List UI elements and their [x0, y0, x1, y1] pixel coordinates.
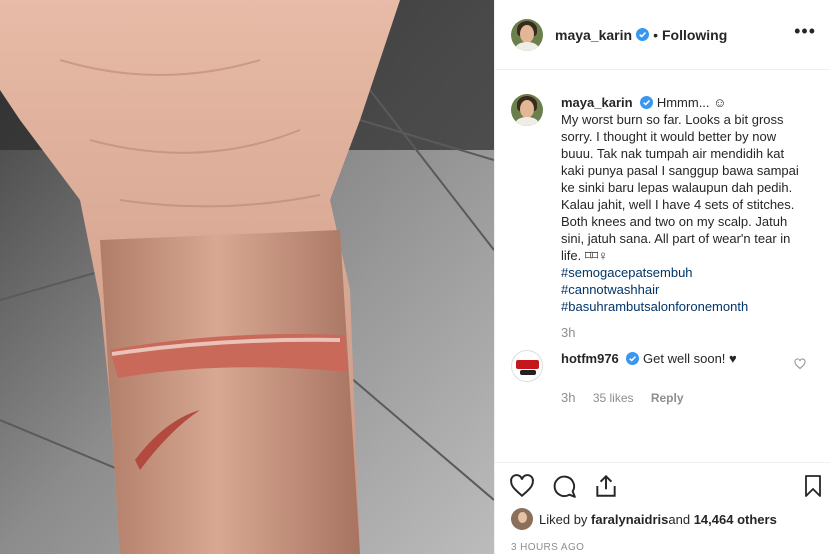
caption-avatar[interactable]: [511, 94, 543, 126]
caption-line: Kalau jahit, well I have 4 sets of stitc…: [561, 197, 795, 263]
comment-item: hotfm976 Get well soon! ♥: [511, 350, 814, 382]
comments-area: maya_karin Hmmm... ☺ My worst burn so fa…: [495, 70, 830, 450]
verified-badge-icon: [640, 96, 654, 109]
comment-meta: 3h 35 likes Reply: [561, 390, 814, 405]
reply-button[interactable]: Reply: [651, 391, 684, 405]
comment-icon[interactable]: [551, 473, 577, 499]
header-separator: •: [653, 26, 658, 43]
comment-time: 3h: [561, 390, 576, 405]
hashtag-link[interactable]: #semogacepatsembuh: [561, 264, 809, 281]
hashtag-link[interactable]: #basuhrambutsalonforonemonth: [561, 298, 809, 315]
caption-username[interactable]: maya_karin: [561, 95, 633, 110]
post-side-panel: maya_karin • Following ••• maya_karin Hm…: [494, 0, 830, 554]
comment-like-heart-icon[interactable]: [794, 358, 806, 370]
liker-avatar[interactable]: [511, 508, 533, 530]
comment-text: Get well soon! ♥: [643, 351, 737, 366]
hashtag-link[interactable]: #cannotwashhair: [561, 281, 809, 298]
action-bar: [495, 462, 830, 511]
verified-badge-icon: [636, 28, 650, 41]
caption-text: maya_karin Hmmm... ☺ My worst burn so fa…: [561, 94, 809, 315]
likes-middle: and: [668, 511, 691, 527]
share-icon[interactable]: [593, 473, 619, 499]
likes-summary: Liked by faralynaidris and 14,464 others: [511, 508, 777, 530]
comment-likes[interactable]: 35 likes: [593, 391, 634, 405]
post-header: maya_karin • Following •••: [495, 0, 830, 70]
author-avatar[interactable]: [511, 18, 543, 51]
post-timestamp: 3 HOURS AGO: [511, 542, 585, 553]
following-button[interactable]: Following: [662, 27, 727, 43]
caption-line: My worst burn so far. Looks a bit gross …: [561, 112, 799, 195]
wrist-burn-photo: [0, 0, 494, 554]
bookmark-icon[interactable]: [801, 473, 825, 499]
commenter-username[interactable]: hotfm976: [561, 351, 619, 366]
caption: maya_karin Hmmm... ☺ My worst burn so fa…: [511, 94, 814, 315]
heart-icon[interactable]: [509, 473, 535, 499]
commenter-avatar[interactable]: [511, 350, 543, 382]
liker-username[interactable]: faralynaidris: [591, 512, 668, 527]
post-photo[interactable]: [0, 0, 494, 554]
caption-time: 3h: [561, 325, 576, 340]
verified-badge-icon: [626, 352, 640, 365]
likes-prefix: Liked by: [539, 511, 588, 527]
likes-count[interactable]: 14,464 others: [694, 512, 777, 527]
author-username[interactable]: maya_karin: [555, 27, 632, 43]
more-options-icon[interactable]: •••: [794, 22, 816, 40]
caption-line: Hmmm... ☺: [656, 95, 727, 110]
